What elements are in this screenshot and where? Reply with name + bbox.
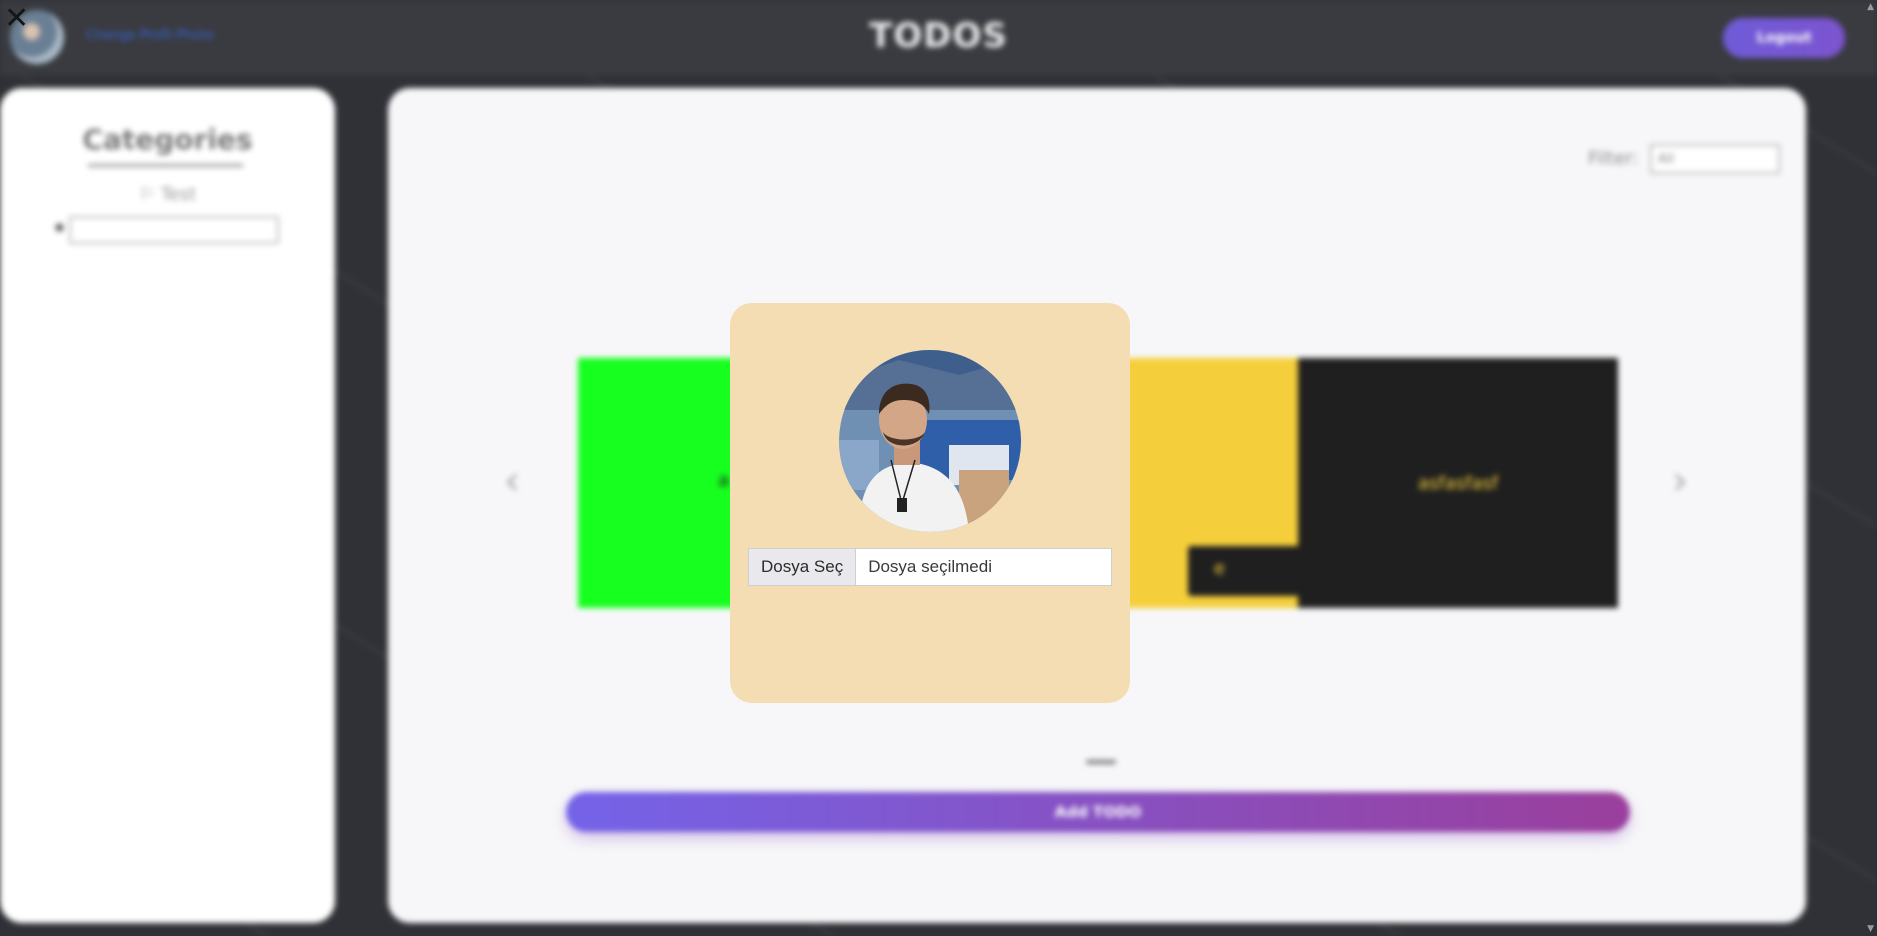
- sidebar-item-test[interactable]: ⚐ Test: [0, 184, 335, 205]
- file-upload-input[interactable]: Dosya Seç Dosya seçilmedi: [748, 548, 1112, 586]
- sidebar-item-label: Test: [160, 184, 197, 205]
- todo-card-text: e: [1214, 558, 1226, 579]
- profile-photo-image: [839, 350, 1021, 532]
- filter-label: Filter:: [1588, 148, 1639, 169]
- scroll-up-icon[interactable]: ▲: [1867, 2, 1874, 12]
- categories-sidebar: Categories ⚐ Test: [0, 88, 335, 923]
- top-navbar: Change Profil Photo TODOS Logout: [0, 0, 1877, 75]
- filter-select[interactable]: All: [1650, 144, 1780, 174]
- new-category-input[interactable]: [69, 216, 279, 244]
- choose-file-button[interactable]: Dosya Seç: [749, 549, 857, 585]
- close-icon[interactable]: ✕: [4, 4, 29, 34]
- change-photo-modal: Dosya Seç Dosya seçilmedi: [730, 303, 1130, 703]
- carousel-prev-icon[interactable]: ‹: [504, 458, 520, 504]
- carousel-next-icon[interactable]: ›: [1672, 458, 1688, 504]
- add-todo-button[interactable]: Add TODO: [566, 792, 1630, 832]
- scroll-down-icon[interactable]: ▼: [1867, 924, 1874, 934]
- logout-button[interactable]: Logout: [1723, 18, 1845, 58]
- sidebar-title-underline: [88, 164, 243, 167]
- file-status-text: Dosya seçilmedi: [868, 557, 992, 576]
- flag-icon: ⚐: [138, 184, 155, 205]
- todo-card-text: asfasfasf: [1417, 473, 1499, 494]
- profile-photo: [839, 350, 1021, 532]
- category-bullet: [56, 224, 63, 231]
- carousel-indicator[interactable]: [1086, 760, 1116, 764]
- todo-card[interactable]: asfasfasf: [1298, 358, 1618, 608]
- sidebar-title: Categories: [82, 123, 253, 156]
- page-title: TODOS: [869, 16, 1008, 56]
- todo-card-text: a: [718, 470, 730, 491]
